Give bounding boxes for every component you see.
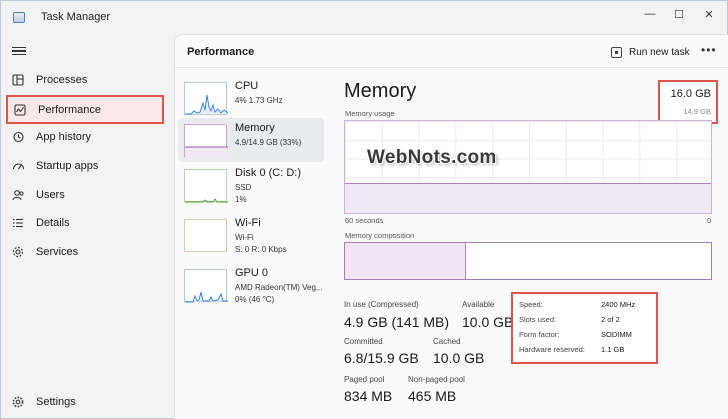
device-detail: Wi-Fi bbox=[235, 233, 254, 242]
memory-total-box: 16.0 GB 14.9 GB bbox=[658, 80, 718, 124]
header-divider bbox=[175, 67, 728, 68]
sidebar-item-processes[interactable]: Processes bbox=[6, 67, 164, 93]
watermark: WebNots.com bbox=[367, 147, 497, 168]
task-manager-window: Task Manager — ☐ ✕ Processes Performance… bbox=[0, 0, 728, 419]
history-icon bbox=[11, 130, 25, 144]
device-name: Disk 0 (C: D:) bbox=[235, 167, 301, 179]
sidebar-item-label: Services bbox=[36, 246, 79, 258]
services-icon bbox=[11, 245, 25, 259]
sidebar-item-services[interactable]: Services bbox=[6, 239, 164, 265]
gpu-thumbnail-graph bbox=[184, 269, 228, 303]
device-detail: AMD Radeon(TM) Veg... bbox=[235, 283, 323, 292]
sidebar-item-label: Settings bbox=[36, 396, 76, 408]
memory-specs-box: Speed: 2400 MHz Slots used: 2 of 2 Form … bbox=[511, 292, 658, 364]
memory-thumbnail-graph bbox=[184, 124, 228, 158]
sidebar-item-label: Details bbox=[36, 217, 70, 229]
processes-icon bbox=[11, 73, 25, 87]
sidebar-item-performance[interactable]: Performance bbox=[6, 95, 164, 124]
memory-usage-label: Memory usage bbox=[345, 109, 395, 118]
device-detail: 1% bbox=[235, 195, 247, 204]
stat-cached: 10.0 GB bbox=[433, 350, 485, 366]
stat-label: In use (Compressed) bbox=[344, 300, 419, 309]
memory-composition-bar bbox=[344, 242, 712, 280]
graph-time-left: 60 seconds bbox=[345, 216, 384, 225]
cpu-thumbnail-graph bbox=[184, 82, 228, 115]
spec-value: 2400 MHz bbox=[601, 300, 636, 309]
stat-label: Cached bbox=[433, 337, 461, 346]
sidebar-item-label: Performance bbox=[38, 103, 101, 116]
device-detail: 4.9/14.9 GB (33%) bbox=[235, 138, 302, 147]
sidebar-item-label: Startup apps bbox=[36, 160, 99, 172]
details-icon bbox=[11, 216, 25, 230]
run-new-task-label: Run new task bbox=[629, 46, 690, 58]
device-name: Memory bbox=[235, 122, 275, 134]
spec-label: Speed: bbox=[519, 300, 543, 309]
sidebar-item-users[interactable]: Users bbox=[6, 182, 164, 208]
device-item-memory[interactable]: Memory 4.9/14.9 GB (33%) bbox=[178, 118, 324, 162]
graph-time-right: 0 bbox=[707, 216, 712, 225]
sidebar-item-details[interactable]: Details bbox=[6, 210, 164, 236]
maximize-icon: ☐ bbox=[674, 8, 684, 21]
stat-label: Paged pool bbox=[344, 375, 385, 384]
stat-label: Non-paged pool bbox=[408, 375, 465, 384]
spec-value: SODIMM bbox=[601, 330, 632, 339]
device-name: GPU 0 bbox=[235, 267, 269, 279]
performance-icon bbox=[13, 103, 27, 117]
spec-label: Hardware reserved: bbox=[519, 345, 585, 354]
memory-composition-label: Memory composition bbox=[345, 231, 415, 240]
stat-non-paged-pool: 465 MB bbox=[408, 388, 457, 404]
spec-value: 1.1 GB bbox=[601, 345, 625, 354]
device-detail: 0% (46 °C) bbox=[235, 295, 275, 304]
device-name: CPU bbox=[235, 80, 259, 92]
memory-total: 16.0 GB bbox=[670, 88, 711, 100]
minimize-button[interactable]: — bbox=[636, 3, 664, 25]
more-options-icon[interactable]: ••• bbox=[701, 43, 717, 57]
device-item-disk[interactable]: Disk 0 (C: D:) SSD 1% bbox=[178, 163, 324, 207]
memory-title: Memory bbox=[344, 80, 417, 102]
stat-committed: 6.8/15.9 GB bbox=[344, 350, 419, 366]
sidebar-item-label: Processes bbox=[36, 74, 88, 86]
device-item-wifi[interactable]: Wi-Fi Wi-Fi S: 0 R: 0 Kbps bbox=[178, 213, 324, 257]
startup-icon bbox=[11, 159, 25, 173]
run-task-icon bbox=[611, 46, 622, 58]
sidebar-item-settings[interactable]: Settings bbox=[6, 389, 164, 415]
sidebar-item-label: Users bbox=[36, 189, 65, 201]
device-item-cpu[interactable]: CPU 4% 1.73 GHz bbox=[178, 76, 324, 120]
spec-value: 2 of 2 bbox=[601, 315, 620, 324]
device-detail: 4% 1.73 GHz bbox=[235, 96, 283, 105]
memory-usable: 14.9 GB bbox=[683, 107, 711, 116]
sidebar-item-label: App history bbox=[36, 131, 92, 143]
memory-usage-fill bbox=[345, 183, 711, 213]
stat-available: 10.0 GB bbox=[462, 314, 514, 330]
disk-thumbnail-graph bbox=[184, 169, 228, 203]
maximize-button[interactable]: ☐ bbox=[665, 3, 693, 25]
stat-label: Available bbox=[462, 300, 495, 309]
device-item-gpu[interactable]: GPU 0 AMD Radeon(TM) Veg... 0% (46 °C) bbox=[178, 263, 324, 307]
memory-in-use-segment bbox=[345, 243, 466, 279]
spec-label: Form factor: bbox=[519, 330, 560, 339]
stat-paged-pool: 834 MB bbox=[344, 388, 393, 404]
users-icon bbox=[11, 188, 25, 202]
wifi-thumbnail-graph bbox=[184, 219, 227, 252]
window-title: Task Manager bbox=[41, 11, 111, 23]
device-detail: SSD bbox=[235, 183, 252, 192]
sidebar-item-startup-apps[interactable]: Startup apps bbox=[6, 153, 164, 179]
run-new-task-button[interactable]: Run new task bbox=[611, 43, 690, 61]
close-icon: ✕ bbox=[704, 8, 714, 21]
hamburger-menu-icon[interactable] bbox=[12, 45, 26, 57]
task-manager-app-icon bbox=[13, 12, 25, 23]
stat-label: Committed bbox=[344, 337, 383, 346]
gear-icon bbox=[11, 395, 25, 409]
spec-label: Slots used: bbox=[519, 315, 557, 324]
stat-in-use: 4.9 GB (141 MB) bbox=[344, 314, 450, 330]
page-title: Performance bbox=[187, 46, 255, 58]
device-name: Wi-Fi bbox=[235, 217, 261, 229]
sidebar-item-app-history[interactable]: App history bbox=[6, 124, 164, 150]
device-detail: S: 0 R: 0 Kbps bbox=[235, 245, 287, 254]
close-button[interactable]: ✕ bbox=[695, 3, 723, 25]
minimize-icon: — bbox=[644, 8, 656, 20]
